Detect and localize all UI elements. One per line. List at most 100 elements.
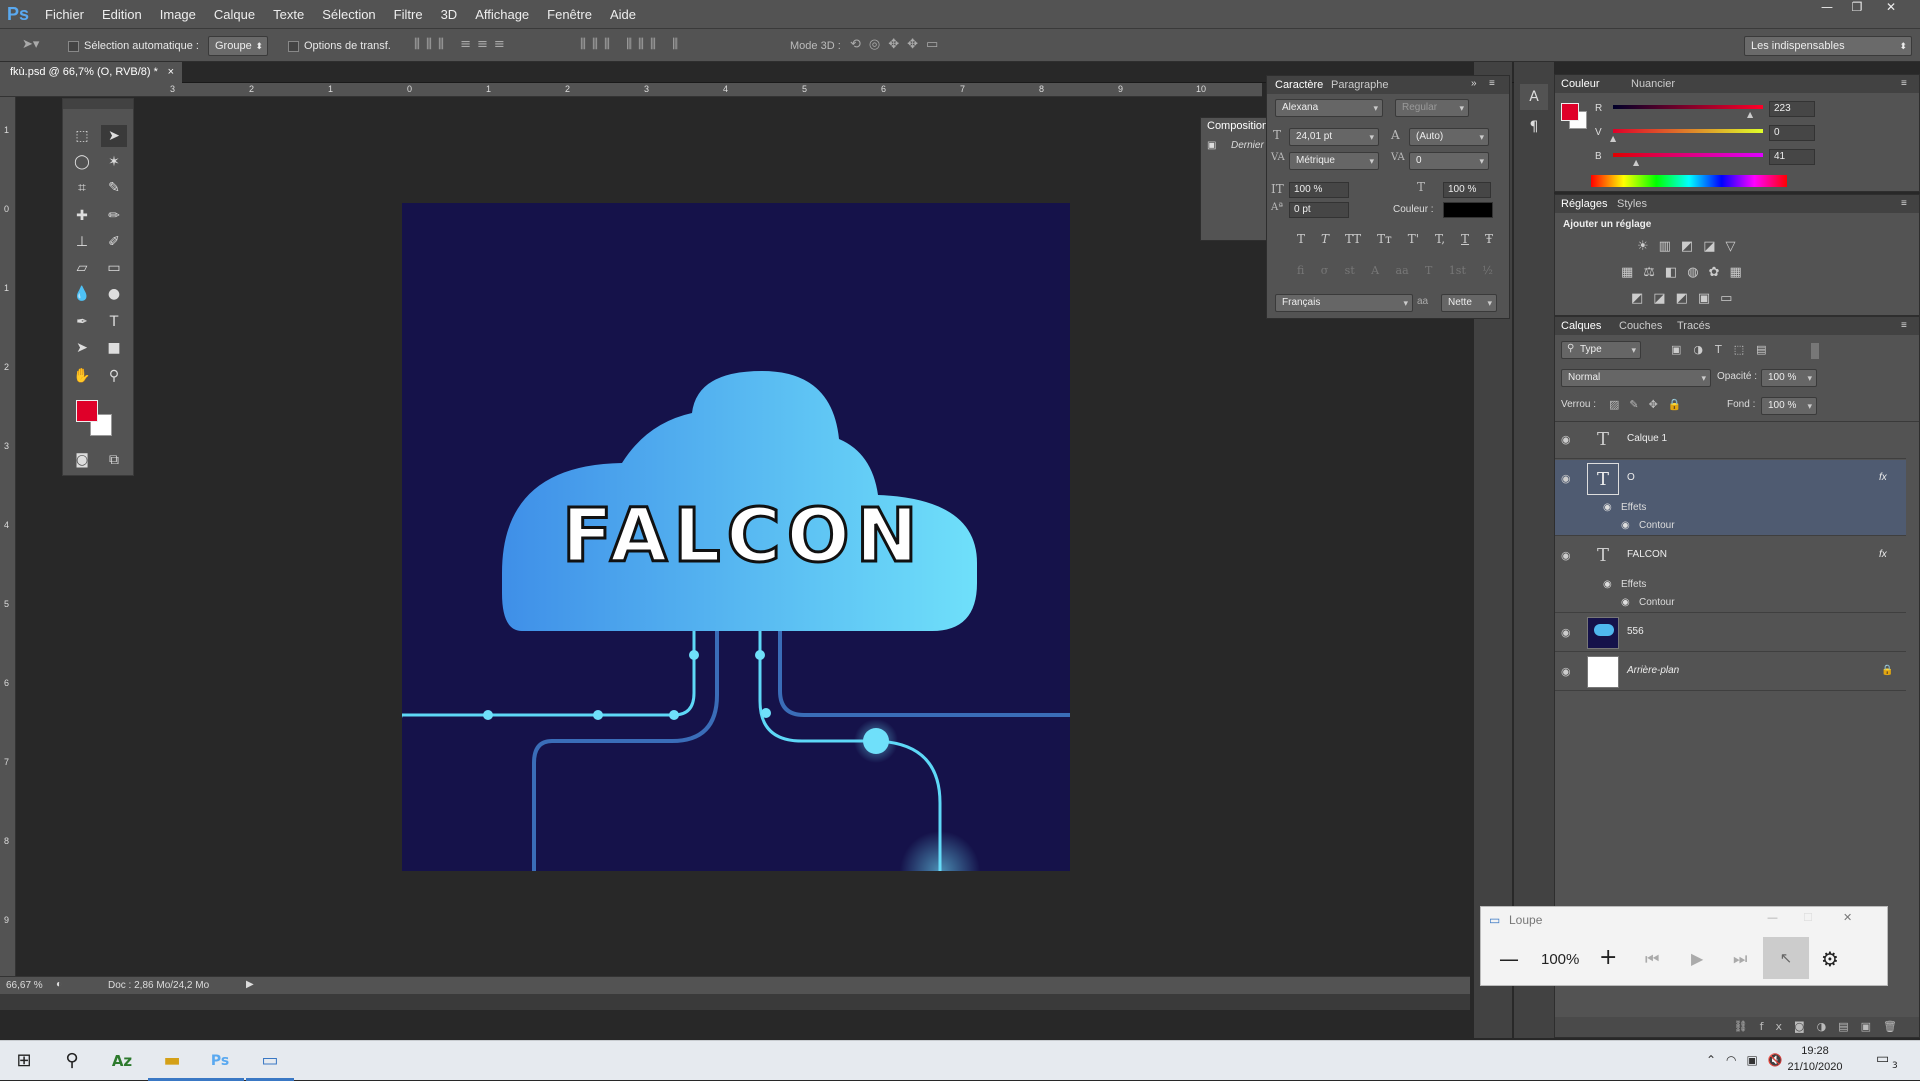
zoom-out-button[interactable]: — [1499, 947, 1519, 971]
panel-menu-icon[interactable]: ≡ [1489, 78, 1495, 89]
transform-controls-checkbox[interactable]: Options de transf. [288, 37, 391, 55]
zoom-in-button[interactable]: + [1599, 945, 1617, 970]
layer-row-selected[interactable]: ◉ T O fx ◉ Effets ◉ Contour [1555, 460, 1906, 536]
tab-composition[interactable]: Composition [1207, 120, 1268, 132]
quick-mask-icon[interactable]: ◙ [69, 449, 95, 471]
fx-badge[interactable]: fx [1879, 549, 1887, 560]
stylistic-alternates-button[interactable]: aa [1396, 264, 1409, 277]
menu-fichier[interactable]: Fichier [36, 7, 93, 22]
blend-mode-select[interactable]: Normal [1561, 369, 1711, 387]
stroke-eye-icon[interactable]: ◉ [1621, 520, 1630, 531]
zoom-tool-icon[interactable]: ⚲ [101, 365, 127, 387]
stroke-effect-label[interactable]: Contour [1639, 520, 1675, 531]
foreground-color-swatch[interactable] [1561, 103, 1579, 121]
visibility-eye-icon[interactable]: ◉ [1561, 549, 1571, 562]
menu-affichage[interactable]: Affichage [466, 7, 538, 22]
layer-row[interactable]: ◉ T FALCON fx ◉ Effets ◉ Contour [1555, 537, 1906, 613]
horizontal-scrollbar[interactable] [0, 994, 1470, 1010]
channel-r-input[interactable]: 223 [1769, 101, 1815, 117]
layer-row[interactable]: ◉ T Calque 1 [1555, 421, 1906, 459]
panel-menu-icon[interactable]: ≡ [1901, 320, 1907, 331]
font-size-input[interactable]: 24,01 pt [1289, 128, 1379, 146]
magnifier-taskbar-icon[interactable]: ▭ [246, 1041, 294, 1081]
align-icons[interactable]: ⫼⫼⫼ ≡≡≡ [414, 37, 511, 52]
auto-select-checkbox[interactable]: Sélection automatique : [68, 37, 199, 55]
marquee-tool-icon[interactable]: ⬚ [69, 125, 95, 147]
type-tool-icon[interactable]: T [101, 311, 127, 333]
hand-tool-icon[interactable]: ✋ [69, 365, 95, 387]
layer-name[interactable]: Calque 1 [1627, 433, 1667, 444]
adjustment-icons-row1[interactable]: ☀▥◩◪▽ [1637, 239, 1746, 254]
tab-paragraphe[interactable]: Paragraphe [1331, 79, 1389, 91]
search-icon[interactable]: ⚲ [48, 1041, 96, 1081]
crop-tool-icon[interactable]: ⌗ [69, 177, 95, 199]
language-select[interactable]: Français [1275, 294, 1413, 312]
font-style-select[interactable]: Regular [1395, 99, 1469, 117]
play-icon[interactable]: ▶ [1691, 949, 1703, 968]
fractions-button[interactable]: ½ [1482, 264, 1493, 277]
menu-image[interactable]: Image [151, 7, 205, 22]
fx-badge[interactable]: fx [1879, 472, 1887, 483]
fill-input[interactable]: 100 % [1761, 397, 1817, 415]
workspace-select[interactable]: Les indispensables [1744, 36, 1912, 56]
layer-filter-icons[interactable]: ▣◑T⬚▤ [1671, 343, 1779, 356]
path-select-icon[interactable]: ➤ [69, 337, 95, 359]
tab-nuancier[interactable]: Nuancier [1631, 78, 1675, 90]
read-from-cursor-button[interactable]: ↖ [1763, 937, 1809, 979]
channel-b-slider[interactable] [1613, 153, 1763, 157]
pen-tool-icon[interactable]: ✒ [69, 311, 95, 333]
antialias-select[interactable]: Nette [1441, 294, 1497, 312]
vertical-scale-input[interactable]: 100 % [1289, 182, 1349, 198]
menu-aide[interactable]: Aide [601, 7, 645, 22]
document-canvas[interactable]: FALCON [402, 203, 1070, 871]
text-color-swatch[interactable] [1443, 202, 1493, 218]
distribute-icons[interactable]: ⫼⫼⫼ ⫼⫼⫼ ⫼ [580, 37, 684, 52]
stamp-tool-icon[interactable]: ⊥ [69, 231, 95, 253]
close-icon[interactable]: ✕ [1843, 911, 1852, 924]
panel-menu-icon[interactable]: ≡ [1901, 78, 1907, 89]
move-tool-icon[interactable]: ➤▾ [22, 37, 39, 52]
subscript-button[interactable]: T, [1435, 232, 1445, 246]
clock-date[interactable]: 21/10/2020 [1784, 1061, 1846, 1073]
menu-calque[interactable]: Calque [205, 7, 264, 22]
discretionary-ligature-button[interactable]: σ [1321, 264, 1329, 277]
minimize-icon[interactable]: — [1812, 0, 1842, 18]
blur-tool-icon[interactable]: 💧 [69, 283, 95, 305]
stroke-eye-icon[interactable]: ◉ [1621, 597, 1630, 608]
layers-footer-icons[interactable]: ⛓fx◙◑▤▣🗑 [1555, 1017, 1919, 1037]
restore-icon[interactable]: ❐ [1842, 0, 1872, 18]
eraser-tool-icon[interactable]: ▱ [69, 257, 95, 279]
healing-brush-icon[interactable]: ✚ [69, 205, 95, 227]
visibility-eye-icon[interactable]: ◉ [1561, 665, 1571, 678]
layer-row[interactable]: ◉ Arrière-plan 🔒 [1555, 653, 1906, 691]
next-icon[interactable]: ⏭ [1733, 949, 1747, 969]
swash-button[interactable]: A [1371, 264, 1379, 277]
visibility-eye-icon[interactable]: ◉ [1561, 433, 1571, 446]
channel-v-input[interactable]: 0 [1769, 125, 1815, 141]
channel-v-slider[interactable] [1613, 129, 1763, 133]
superscript-button[interactable]: T' [1408, 232, 1419, 246]
lock-icons[interactable]: ▨✎✥🔒 [1609, 398, 1692, 411]
layer-name[interactable]: 556 [1627, 626, 1644, 637]
kerning-select[interactable]: Métrique [1289, 152, 1379, 170]
group-select[interactable]: Groupe [208, 36, 268, 56]
leading-input[interactable]: (Auto) [1409, 128, 1489, 146]
lasso-tool-icon[interactable]: ◯ [69, 151, 95, 173]
strikethrough-button[interactable]: Ŧ [1485, 232, 1493, 246]
layer-name[interactable]: O [1627, 472, 1635, 483]
color-spectrum-bar[interactable] [1591, 175, 1787, 187]
close-icon[interactable]: ✕ [1876, 0, 1906, 18]
app-az-icon[interactable]: Az [98, 1041, 146, 1081]
start-windows-icon[interactable]: ⊞ [0, 1041, 48, 1081]
magic-wand-icon[interactable]: ✶ [101, 151, 127, 173]
menu-selection[interactable]: Sélection [313, 7, 384, 22]
adjustment-icons-row3[interactable]: ◩◪◩▣▭ [1631, 291, 1742, 306]
menu-texte[interactable]: Texte [264, 7, 313, 22]
menu-edition[interactable]: Edition [93, 7, 151, 22]
titling-button[interactable]: T [1425, 264, 1432, 277]
panel-collapse-icon[interactable]: » [1471, 78, 1477, 89]
eyedropper-icon[interactable]: ✎ [101, 177, 127, 199]
screen-mode-icon[interactable]: ⧉ [101, 449, 127, 471]
minimize-icon[interactable]: — [1767, 911, 1778, 924]
menu-3d[interactable]: 3D [432, 7, 467, 22]
